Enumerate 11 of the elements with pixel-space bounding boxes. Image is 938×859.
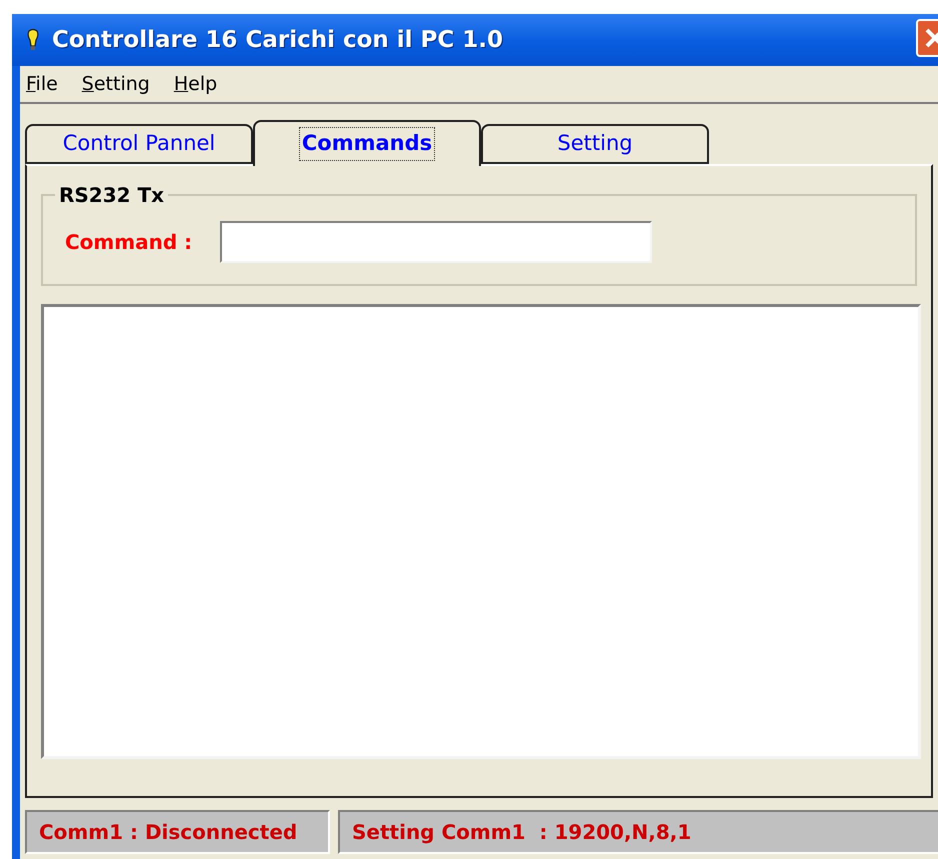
tab[interactable]: Commands <box>253 120 481 166</box>
status-panel: Setting Comm1 : 19200,N,8,1 <box>338 810 938 854</box>
command-field[interactable] <box>220 221 652 263</box>
tab[interactable]: Control Pannel <box>25 124 253 164</box>
window-title: Controllare 16 Carichi con il PC 1.0 <box>52 26 504 55</box>
menu-item[interactable]: Help <box>174 70 218 98</box>
menu-item[interactable]: Setting <box>82 70 150 98</box>
status-panel: Comm1 : Disconnected <box>25 810 330 854</box>
command-label: Command : <box>65 229 192 256</box>
menu-item[interactable]: File <box>26 70 58 98</box>
tab[interactable]: Setting <box>481 124 709 164</box>
